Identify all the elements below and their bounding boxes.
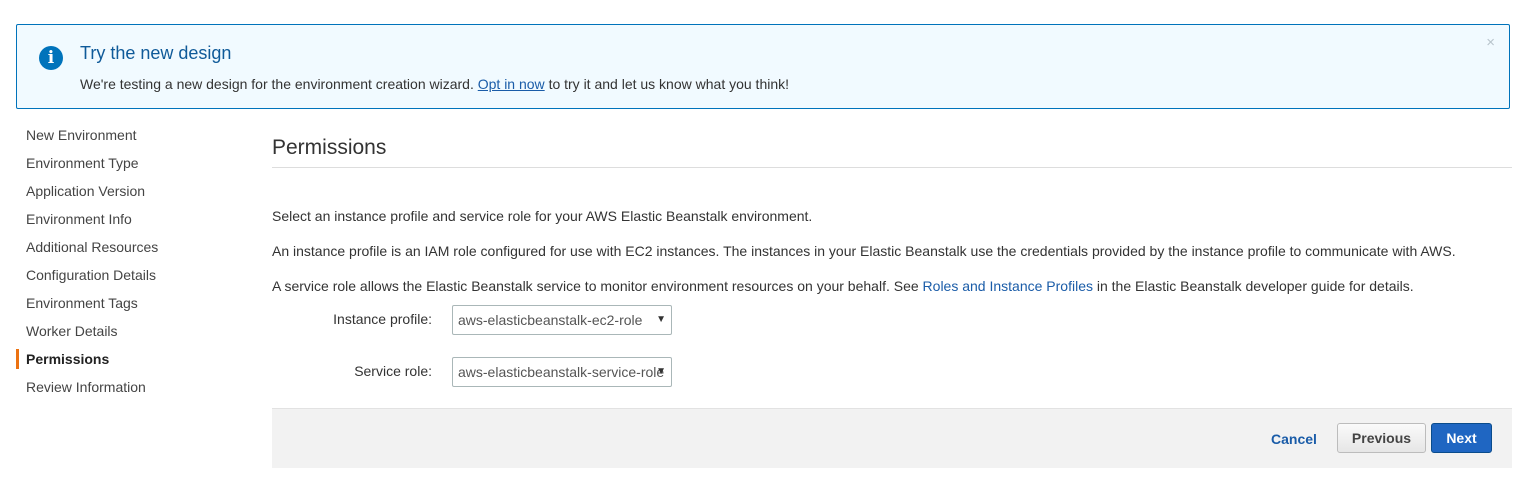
sidebar-item-new-environment[interactable]: New Environment: [16, 121, 236, 149]
sidebar-item-environment-tags[interactable]: Environment Tags: [16, 289, 236, 317]
cancel-button[interactable]: Cancel: [1271, 431, 1317, 447]
sidebar-item-environment-type[interactable]: Environment Type: [16, 149, 236, 177]
service-role-text-before: A service role allows the Elastic Beanst…: [272, 278, 919, 294]
previous-button[interactable]: Previous: [1337, 423, 1426, 453]
service-role-row: Service role: aws-elasticbeanstalk-servi…: [272, 357, 692, 387]
info-icon: i: [39, 46, 63, 70]
close-icon[interactable]: ×: [1486, 34, 1495, 51]
banner-text-before: We're testing a new design for the envir…: [80, 76, 474, 92]
sidebar-item-environment-info[interactable]: Environment Info: [16, 205, 236, 233]
banner-body: We're testing a new design for the envir…: [80, 76, 789, 92]
wizard-steps-sidebar: New Environment Environment Type Applica…: [16, 121, 236, 401]
roles-instance-profiles-link[interactable]: Roles and Instance Profiles: [923, 278, 1093, 294]
sidebar-item-application-version[interactable]: Application Version: [16, 177, 236, 205]
service-role-value: aws-elasticbeanstalk-service-role: [458, 364, 665, 380]
chevron-down-icon: ▼: [656, 314, 666, 325]
chevron-down-icon: ▼: [656, 366, 666, 377]
intro-text: Select an instance profile and service r…: [272, 208, 813, 224]
instance-profile-description: An instance profile is an IAM role confi…: [272, 243, 1456, 259]
instance-profile-label: Instance profile:: [333, 311, 432, 327]
service-role-description: A service role allows the Elastic Beanst…: [272, 278, 1414, 294]
next-button[interactable]: Next: [1431, 423, 1492, 453]
wizard-footer: Cancel Previous Next: [272, 408, 1512, 468]
instance-profile-row: Instance profile: aws-elasticbeanstalk-e…: [272, 305, 692, 335]
new-design-banner: i Try the new design We're testing a new…: [16, 24, 1510, 109]
banner-text-after: to try it and let us know what you think…: [548, 76, 790, 92]
sidebar-item-worker-details[interactable]: Worker Details: [16, 317, 236, 345]
service-role-label: Service role:: [354, 363, 432, 379]
service-role-select[interactable]: aws-elasticbeanstalk-service-role ▼: [452, 357, 672, 387]
banner-title: Try the new design: [80, 43, 232, 63]
service-role-text-after: in the Elastic Beanstalk developer guide…: [1096, 278, 1414, 294]
sidebar-item-additional-resources[interactable]: Additional Resources: [16, 233, 236, 261]
sidebar-item-permissions[interactable]: Permissions: [16, 345, 236, 373]
instance-profile-select[interactable]: aws-elasticbeanstalk-ec2-role ▼: [452, 305, 672, 335]
sidebar-item-configuration-details[interactable]: Configuration Details: [16, 261, 236, 289]
opt-in-link[interactable]: Opt in now: [478, 76, 545, 92]
sidebar-item-review-information[interactable]: Review Information: [16, 373, 236, 401]
instance-profile-value: aws-elasticbeanstalk-ec2-role: [458, 312, 643, 328]
permissions-panel: Permissions Select an instance profile a…: [272, 121, 1512, 468]
page-title: Permissions: [272, 121, 1512, 168]
